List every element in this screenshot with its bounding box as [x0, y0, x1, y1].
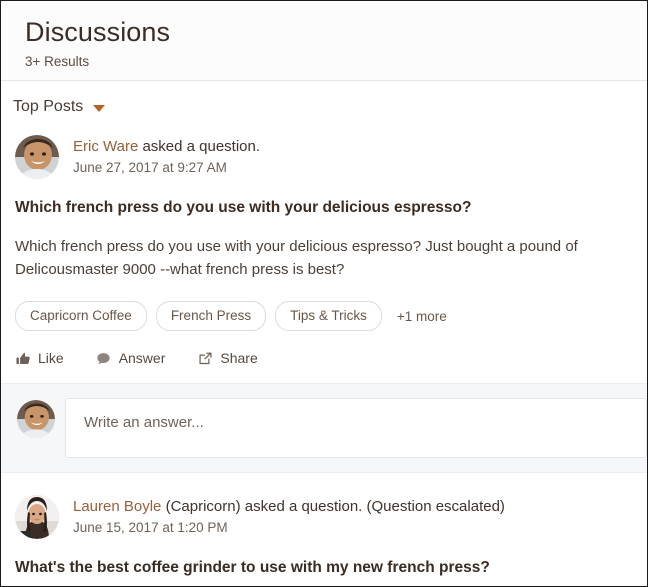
caret-down-icon[interactable]: [93, 105, 106, 112]
tag-chip[interactable]: Tips & Tricks: [275, 301, 382, 331]
discussions-panel: Discussions 3+ Results Top Posts Eric Wa…: [0, 0, 648, 587]
post-meta: Eric Ware asked a question. June 27, 201…: [73, 135, 260, 178]
post-action-text: (Capricorn) asked a question. (Question …: [161, 498, 505, 515]
page-header: Discussions 3+ Results: [1, 1, 647, 81]
post-item: Lauren Boyle (Capricorn) asked a questio…: [1, 491, 647, 579]
answer-label: Answer: [118, 350, 166, 366]
post-author-line: Lauren Boyle (Capricorn) asked a questio…: [73, 496, 505, 517]
like-label: Like: [38, 350, 64, 366]
post-action-text: asked a question.: [138, 138, 261, 155]
post-body: Which french press do you use with your …: [15, 238, 578, 278]
post-item: Eric Ware asked a question. June 27, 201…: [1, 131, 647, 383]
share-label: Share: [220, 350, 258, 366]
post-divider: [1, 473, 647, 491]
post-title[interactable]: What's the best coffee grinder to use wi…: [15, 557, 633, 579]
tag-chip[interactable]: Capricorn Coffee: [15, 301, 147, 331]
post-actions: Like Answer Share: [15, 349, 633, 383]
page-title: Discussions: [25, 17, 171, 47]
author-link[interactable]: Eric Ware: [73, 138, 138, 155]
more-tags-link[interactable]: +1 more: [391, 308, 447, 325]
thumbs-up-icon: [15, 350, 31, 366]
post-timestamp: June 15, 2017 at 1:20 PM: [73, 520, 228, 535]
sort-bar[interactable]: Top Posts: [1, 81, 647, 131]
post-meta: Lauren Boyle (Capricorn) asked a questio…: [73, 495, 505, 538]
avatar[interactable]: [15, 135, 59, 179]
current-user-avatar[interactable]: [17, 400, 55, 438]
answer-button[interactable]: Answer: [96, 349, 166, 367]
avatar[interactable]: [15, 495, 59, 539]
post-header: Lauren Boyle (Capricorn) asked a questio…: [15, 491, 633, 539]
results-count: 3+ Results: [25, 54, 90, 69]
share-button[interactable]: Share: [197, 349, 258, 367]
tag-chip[interactable]: French Press: [155, 301, 267, 331]
post-author-line: Eric Ware asked a question.: [73, 136, 260, 157]
answer-input[interactable]: Write an answer...: [65, 398, 647, 458]
speech-bubble-icon: [96, 350, 112, 366]
post-title[interactable]: Which french press do you use with your …: [15, 197, 633, 219]
post-header: Eric Ware asked a question. June 27, 201…: [15, 131, 633, 179]
like-button[interactable]: Like: [15, 349, 64, 367]
share-icon: [197, 350, 213, 366]
sort-label: Top Posts: [13, 98, 84, 115]
post-timestamp: June 27, 2017 at 9:27 AM: [73, 160, 227, 175]
author-link[interactable]: Lauren Boyle: [73, 498, 161, 515]
tag-row: Capricorn Coffee French Press Tips & Tri…: [15, 301, 633, 331]
answer-composer: Write an answer...: [1, 383, 647, 473]
